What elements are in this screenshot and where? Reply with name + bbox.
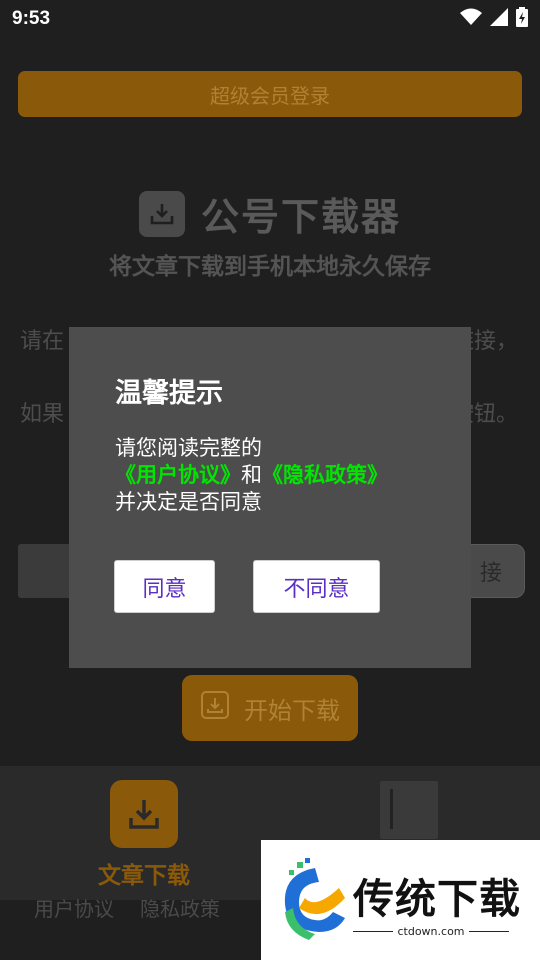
description-line-1: 请在: [20, 329, 65, 354]
status-bar: 9:53: [0, 0, 540, 38]
user-agreement-link[interactable]: 《用户协议》: [115, 463, 241, 487]
privacy-policy-link[interactable]: 《隐私政策》: [262, 463, 388, 487]
disagree-button[interactable]: 不同意: [253, 560, 380, 613]
watermark-url: ctdown.com: [353, 925, 509, 938]
download-icon: [200, 690, 230, 726]
dialog-title: 温馨提示: [115, 378, 223, 409]
dialog-conjunction: 和: [241, 463, 262, 487]
dialog-links-line: 《用户协议》和《隐私政策》: [115, 462, 445, 489]
nav-item-library-icon[interactable]: [380, 781, 438, 839]
app-subtitle: 将文章下载到手机本地永久保存: [109, 254, 431, 280]
brand-header: 公号下载器: [0, 186, 540, 241]
status-time: 9:53: [12, 8, 51, 29]
nav-item-articles[interactable]: 文章下载: [96, 780, 192, 890]
nav-articles-label: 文章下载: [98, 863, 190, 889]
dialog-body: 请您阅读完整的 《用户协议》和《隐私政策》 并决定是否同意: [115, 435, 445, 516]
signal-icon: [490, 8, 508, 30]
app-title: 公号下载器: [200, 195, 401, 239]
watermark-brand-text: 传统下载: [353, 875, 521, 923]
start-download-label: 开始下载: [244, 696, 340, 725]
agree-button[interactable]: 同意: [114, 560, 215, 613]
dialog-body-suffix: 并决定是否同意: [115, 490, 262, 514]
battery-icon: [516, 7, 528, 31]
app-screen: 9:53 超级会员登录 公号下载器 将文章下载到手机本地永久保存 请在 链接， …: [0, 0, 540, 960]
dialog-body-prefix: 请您阅读完整的: [115, 436, 262, 460]
wifi-icon: [460, 8, 482, 30]
download-icon: [138, 190, 185, 237]
watermark: 传统下载 ctdown.com: [261, 840, 540, 960]
footer-links: 用户协议 隐私政策: [34, 893, 220, 922]
vip-login-button[interactable]: 超级会员登录: [18, 71, 522, 117]
description-line-2: 如果: [20, 402, 65, 427]
start-download-button[interactable]: 开始下载: [182, 675, 358, 741]
status-icons: [460, 7, 528, 31]
watermark-logo-icon: [284, 858, 345, 940]
footer-privacy-policy-link[interactable]: 隐私政策: [140, 893, 220, 922]
privacy-dialog: 温馨提示 请您阅读完整的 《用户协议》和《隐私政策》 并决定是否同意 同意 不同…: [69, 327, 471, 668]
download-icon: [110, 780, 178, 848]
footer-user-agreement-link[interactable]: 用户协议: [34, 893, 114, 922]
